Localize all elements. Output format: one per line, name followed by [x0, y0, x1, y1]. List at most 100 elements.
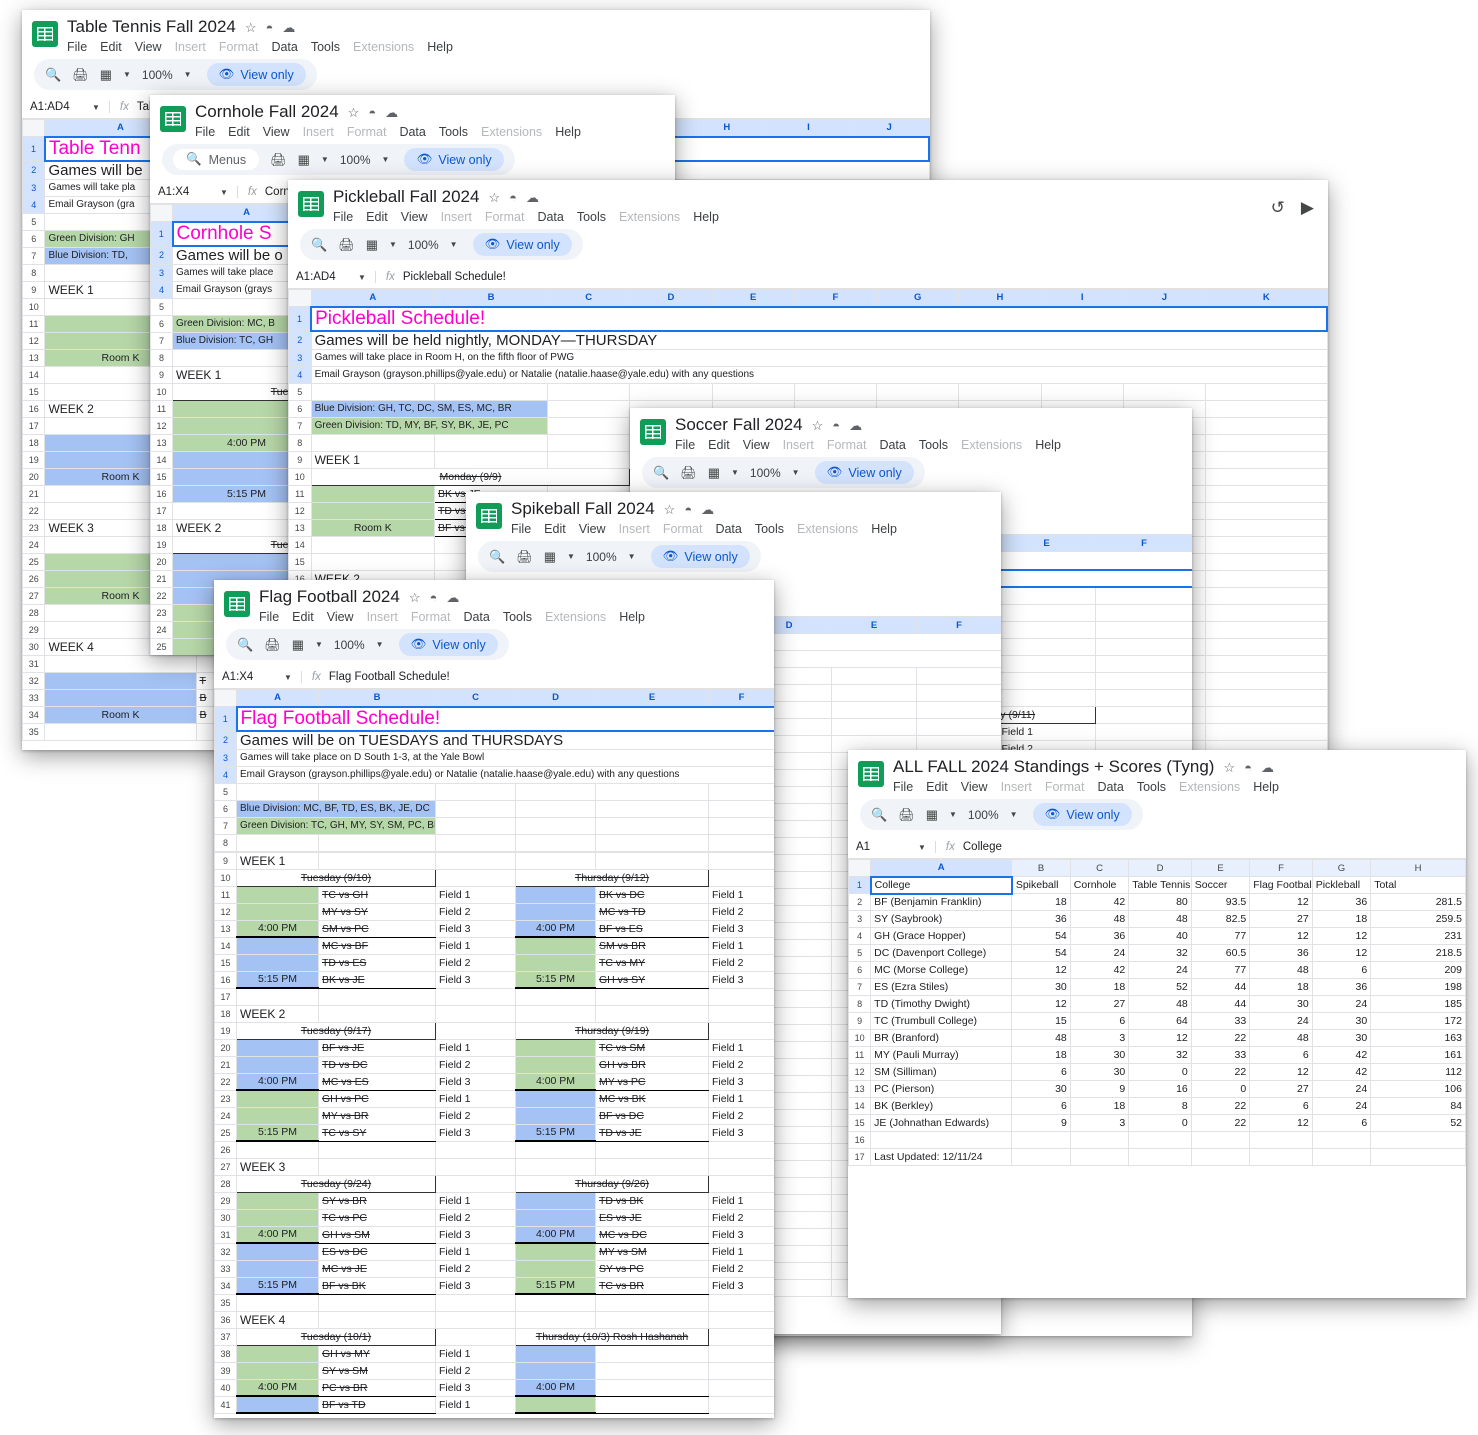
zoom-level[interactable]: 100%: [340, 153, 371, 167]
doc-title[interactable]: Spikeball Fall 2024: [511, 499, 655, 519]
cell-reference[interactable]: A1:X4: [222, 671, 284, 683]
paint-format-icon[interactable]: ▦: [298, 152, 310, 168]
view-only-badge[interactable]: 👁 View only: [650, 545, 750, 568]
menu-tools[interactable]: Tools: [311, 40, 340, 54]
column-header-row[interactable]: ABCDEFGH: [848, 859, 1466, 877]
col-D[interactable]: D: [629, 289, 713, 307]
menubar[interactable]: File Edit View Insert Format Data Tools …: [333, 210, 719, 224]
view-only-badge[interactable]: 👁 View only: [398, 633, 498, 656]
col-E[interactable]: E: [1190, 859, 1251, 877]
move-to-drive-icon[interactable]: ◓: [509, 191, 517, 204]
menu-insert[interactable]: Insert: [367, 610, 398, 624]
table-row[interactable]: 3 Games will take place on D South 1-3, a…: [214, 748, 774, 767]
col-A[interactable]: A: [236, 689, 319, 707]
menubar[interactable]: File Edit View Insert Format Data Tools …: [67, 40, 453, 54]
window-flag-football[interactable]: Flag Football 2024 ☆ ◓ ☁ File Edit View …: [214, 580, 774, 1418]
table-row[interactable]: 17: [214, 987, 774, 1006]
cloud-saved-icon[interactable]: ☁: [446, 591, 459, 604]
col-B[interactable]: B: [318, 689, 436, 707]
chevron-down-icon[interactable]: ▼: [567, 552, 575, 561]
table-row[interactable]: 12 SM (Silliman) 6 30 0 22 12 42 112: [848, 1063, 1466, 1081]
table-row[interactable]: 8: [214, 833, 774, 852]
paint-format-icon[interactable]: ▦: [100, 67, 112, 83]
table-row[interactable]: 34 5:15 PM BF vs BK Field 3 5:15 PM TC vs BR F…: [214, 1276, 774, 1295]
table-row[interactable]: 9 WEEK 1: [214, 851, 774, 870]
formula-value[interactable]: College: [963, 841, 1002, 853]
col-E[interactable]: E: [831, 616, 917, 634]
star-icon[interactable]: ☆: [812, 419, 824, 432]
formula-bar[interactable]: A1 ▼ fx College: [848, 836, 1466, 859]
chevron-down-icon[interactable]: ▼: [315, 640, 323, 649]
view-only-badge[interactable]: 👁 View only: [472, 233, 572, 256]
star-icon[interactable]: ☆: [409, 591, 421, 604]
menu-data[interactable]: Data: [271, 40, 297, 54]
table-row[interactable]: 37 Tuesday (10/1) Thursday (10/3) Rosh Has…: [214, 1327, 774, 1346]
menu-help[interactable]: Help: [427, 40, 453, 54]
menu-file[interactable]: File: [195, 125, 215, 139]
menu-insert[interactable]: Insert: [303, 125, 334, 139]
chevron-down-icon[interactable]: ▼: [382, 155, 390, 164]
menu-file[interactable]: File: [893, 780, 913, 794]
table-row[interactable]: 6 MC (Morse College) 12 42 24 77 48 6 209: [848, 961, 1466, 979]
col-D[interactable]: D: [515, 689, 596, 707]
col-I[interactable]: I: [767, 119, 850, 137]
menu-insert[interactable]: Insert: [619, 522, 650, 536]
menu-data[interactable]: Data: [1097, 780, 1123, 794]
chevron-down-icon[interactable]: ▼: [949, 810, 957, 819]
table-row[interactable]: 4 GH (Grace Hopper) 54 36 40 77 12 12 231: [848, 927, 1466, 945]
menu-edit[interactable]: Edit: [292, 610, 314, 624]
table-row[interactable]: 5 DC (Davenport College) 54 24 32 60.5 36 12 218…: [848, 944, 1466, 962]
table-row[interactable]: 4 Email Grayson (grayson.phillips@yale.ed…: [214, 765, 774, 784]
menu-extensions[interactable]: Extensions: [961, 438, 1022, 452]
search-icon[interactable]: 🔍: [311, 237, 327, 253]
chevron-down-icon[interactable]: ▼: [92, 103, 100, 112]
menu-edit[interactable]: Edit: [228, 125, 250, 139]
star-icon[interactable]: ☆: [245, 21, 257, 34]
table-row[interactable]: 31 4:00 PM GH vs SM Field 3 4:00 PM MC vs DC F…: [214, 1225, 774, 1244]
col-J[interactable]: J: [848, 119, 930, 137]
move-to-drive-icon[interactable]: ◓: [429, 591, 437, 604]
menu-edit[interactable]: Edit: [926, 780, 948, 794]
menubar[interactable]: File Edit View Insert Format Data Tools …: [259, 610, 645, 624]
move-to-drive-icon[interactable]: ◓: [684, 503, 692, 516]
col-G[interactable]: G: [876, 289, 960, 307]
col-G[interactable]: G: [1311, 859, 1372, 877]
doc-title[interactable]: Soccer Fall 2024: [675, 415, 803, 435]
table-row[interactable]: 19 Tuesday (9/17) Thursday (9/19): [214, 1021, 774, 1040]
col-J[interactable]: J: [1122, 289, 1207, 307]
table-row[interactable]: 11 TC vs GH Field 1 BK vs DC Field 1: [214, 885, 774, 904]
menu-view[interactable]: View: [961, 780, 988, 794]
table-row[interactable]: 29 SY vs BR Field 1 TD vs BK Field 1: [214, 1191, 774, 1210]
table-row[interactable]: 2 Games will be on TUESDAYS and THURSDAYS: [214, 730, 774, 750]
grid-standings[interactable]: A B C D E F G H 1 College Spikeball Cornhole Table T…: [848, 859, 1466, 1166]
menu-tools[interactable]: Tools: [503, 610, 532, 624]
menu-insert[interactable]: Insert: [1001, 780, 1032, 794]
table-row[interactable]: 16: [848, 1131, 1466, 1149]
table-row[interactable]: 4 Email Grayson (grayson.phillips@yale.ed…: [288, 365, 1328, 384]
col-K[interactable]: K: [1205, 289, 1328, 307]
grid-flag-football[interactable]: A B C D E F 1 Flag Football Schedule! 2 Ga…: [214, 689, 774, 1414]
cloud-saved-icon[interactable]: ☁: [526, 191, 539, 204]
chevron-down-icon[interactable]: ▼: [123, 70, 131, 79]
menu-data[interactable]: Data: [879, 438, 905, 452]
doc-title[interactable]: Cornhole Fall 2024: [195, 102, 339, 122]
menu-extensions[interactable]: Extensions: [545, 610, 606, 624]
doc-title[interactable]: Flag Football 2024: [259, 587, 400, 607]
menu-tools[interactable]: Tools: [1137, 780, 1166, 794]
menubar[interactable]: File Edit View Insert Format Data Tools …: [195, 125, 581, 139]
menu-view[interactable]: View: [263, 125, 290, 139]
doc-title[interactable]: Pickleball Fall 2024: [333, 187, 479, 207]
zoom-level[interactable]: 100%: [408, 238, 439, 252]
menubar[interactable]: File Edit View Insert Format Data Tools …: [675, 438, 1061, 452]
table-row[interactable]: 33 MC vs JE Field 2 SY vs PC Field 2: [214, 1259, 774, 1278]
table-row[interactable]: 39 SY vs SM Field 2: [214, 1361, 774, 1380]
chevron-down-icon[interactable]: ▼: [376, 640, 384, 649]
table-row[interactable]: 3 SY (Saybrook) 36 48 48 82.5 27 18 259.5: [848, 910, 1466, 928]
star-icon[interactable]: ☆: [348, 106, 360, 119]
table-row[interactable]: 41 BF vs TD Field 1: [214, 1395, 774, 1414]
menu-edit[interactable]: Edit: [100, 40, 122, 54]
cell-reference[interactable]: A1:X4: [158, 186, 220, 198]
cell-reference[interactable]: A1:AD4: [30, 101, 92, 113]
table-row[interactable]: 18 WEEK 2: [214, 1004, 774, 1023]
table-row[interactable]: 11 MY (Pauli Murray) 18 30 32 33 6 42 161: [848, 1046, 1466, 1064]
